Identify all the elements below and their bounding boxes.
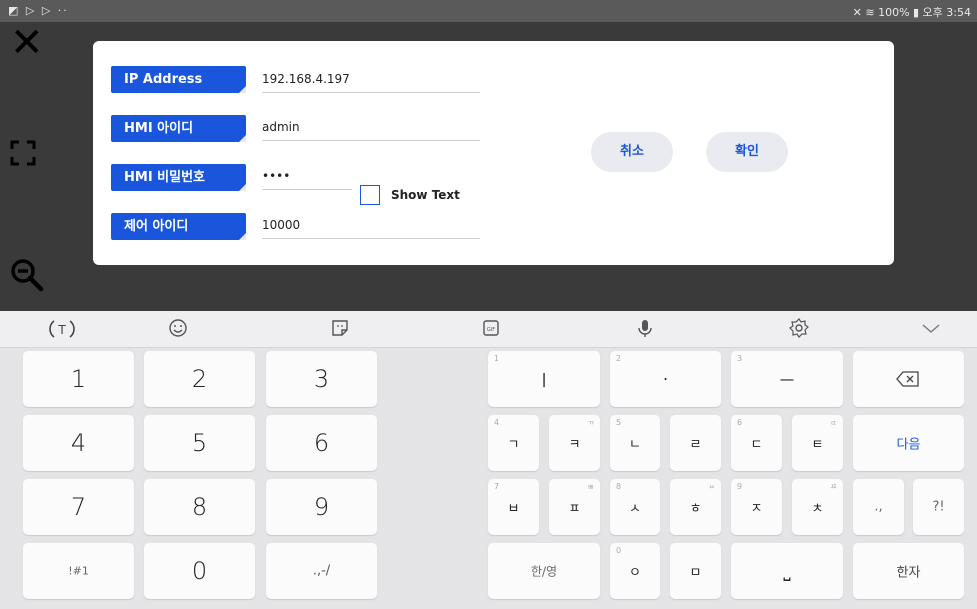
- sticker-icon[interactable]: [329, 317, 351, 339]
- emoji-icon[interactable]: [167, 317, 189, 339]
- key-9[interactable]: 9: [266, 479, 377, 535]
- hanja-key[interactable]: 한자: [853, 543, 964, 599]
- key-hangul-dot[interactable]: 2 ·: [610, 351, 721, 407]
- ip-address-label: IP Address: [111, 66, 246, 93]
- key-hangul-r[interactable]: ㄹ: [670, 415, 721, 471]
- key-hangul-ieung[interactable]: 0ㅇ: [610, 543, 660, 599]
- key-hangul-ch[interactable]: ㅉㅊ: [792, 479, 843, 535]
- key-period-comma[interactable]: .,: [853, 479, 904, 535]
- control-id-input[interactable]: 10000: [262, 212, 480, 239]
- hmi-password-label: HMI 비밀번호: [111, 164, 246, 191]
- settings-icon[interactable]: [788, 317, 810, 339]
- key-hangul-t[interactable]: ㄸㅌ: [792, 415, 843, 471]
- key-4[interactable]: 4: [23, 415, 134, 471]
- key-6[interactable]: 6: [266, 415, 377, 471]
- svg-text:GIF: GIF: [487, 327, 495, 333]
- close-icon[interactable]: ✕: [10, 23, 44, 63]
- text-mode-icon[interactable]: T: [48, 315, 76, 343]
- key-1[interactable]: 1: [23, 351, 134, 407]
- key-hangul-k[interactable]: ㄲㅋ: [549, 415, 600, 471]
- hmi-id-input[interactable]: admin: [262, 114, 480, 141]
- key-hangul-s[interactable]: 8ㅅ: [610, 479, 660, 535]
- zoom-out-icon[interactable]: [10, 258, 44, 292]
- key-hangul-m[interactable]: ㅁ: [670, 543, 721, 599]
- mic-icon[interactable]: [634, 317, 656, 339]
- on-screen-keyboard: T GIF 1 2 3 4 5 6 7 8 9 !#1 0 .,-/ 1 ㅣ 2…: [0, 311, 977, 609]
- app-area: ✕ IP Address 192.168.4.197 HMI 아이디 admin…: [0, 22, 977, 311]
- confirm-button[interactable]: 확인: [706, 132, 788, 172]
- key-hangul-j[interactable]: 9ㅈ: [731, 479, 782, 535]
- key-2[interactable]: 2: [144, 351, 255, 407]
- connection-dialog: IP Address 192.168.4.197 HMI 아이디 admin H…: [93, 41, 894, 265]
- status-right-info: ✕ ≋ 100% ▮ 오후 3:54: [852, 6, 971, 19]
- collapse-keyboard-icon[interactable]: [920, 317, 942, 339]
- key-8[interactable]: 8: [144, 479, 255, 535]
- control-id-label: 제어 아이디: [111, 213, 246, 240]
- key-7[interactable]: 7: [23, 479, 134, 535]
- key-hangul-b[interactable]: 7ㅂ: [488, 479, 539, 535]
- key-question-exclaim[interactable]: ?!: [913, 479, 964, 535]
- next-key[interactable]: 다음: [853, 415, 964, 471]
- keyboard-toolbar: T GIF: [0, 311, 977, 348]
- key-hangul-n[interactable]: 5ㄴ: [610, 415, 660, 471]
- backspace-key[interactable]: [853, 351, 964, 407]
- key-0[interactable]: 0: [144, 543, 255, 599]
- show-text-label: Show Text: [391, 188, 460, 202]
- cancel-button[interactable]: 취소: [591, 132, 673, 172]
- key-hangul-g[interactable]: 4ㄱ: [488, 415, 539, 471]
- hmi-password-input[interactable]: ••••: [262, 163, 352, 190]
- status-bar: ◩ ▷ ▷ ·· ✕ ≋ 100% ▮ 오후 3:54: [0, 0, 977, 22]
- key-hangul-d[interactable]: 6ㄷ: [731, 415, 782, 471]
- key-3[interactable]: 3: [266, 351, 377, 407]
- space-key[interactable]: ⎵: [731, 543, 843, 599]
- key-hangul-i[interactable]: 1ㅣ: [488, 351, 600, 407]
- key-hangul-p[interactable]: ㅃㅍ: [549, 479, 600, 535]
- fullscreen-icon[interactable]: [10, 140, 36, 166]
- status-left-icons: ◩ ▷ ▷ ··: [8, 4, 69, 17]
- key-hangul-eu[interactable]: 3ㅡ: [731, 351, 843, 407]
- language-switch-key[interactable]: 한/영: [488, 543, 600, 599]
- key-punctuation[interactable]: .,-/: [266, 543, 377, 599]
- key-hangul-h[interactable]: ㅆㅎ: [670, 479, 721, 535]
- show-text-checkbox[interactable]: [360, 185, 380, 205]
- key-5[interactable]: 5: [144, 415, 255, 471]
- key-symbols[interactable]: !#1: [23, 543, 134, 599]
- backspace-icon: [896, 371, 919, 387]
- ip-address-input[interactable]: 192.168.4.197: [262, 66, 480, 93]
- hmi-id-label: HMI 아이디: [111, 115, 246, 142]
- svg-text:T: T: [57, 323, 66, 337]
- gif-icon[interactable]: GIF: [480, 317, 502, 339]
